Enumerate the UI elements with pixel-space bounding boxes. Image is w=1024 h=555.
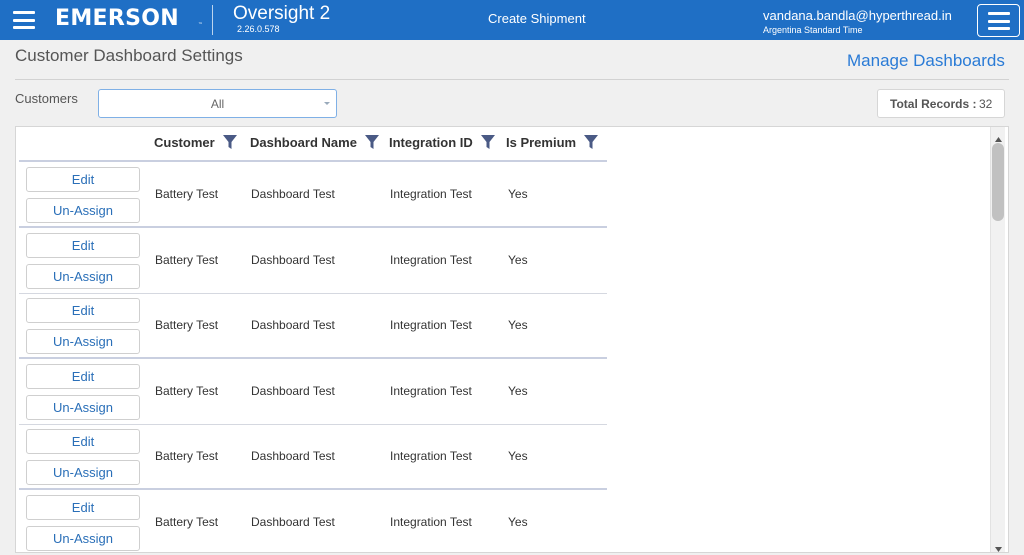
- customers-label: Customers: [15, 91, 78, 106]
- user-timezone: Argentina Standard Time: [763, 25, 863, 35]
- cell-is-premium: Yes: [508, 253, 528, 267]
- cell-integration-id: Integration Test: [390, 384, 472, 398]
- chevron-down-icon: [324, 102, 330, 105]
- cell-is-premium: Yes: [508, 384, 528, 398]
- user-email: vandana.bandla@hyperthread.in: [763, 8, 952, 23]
- unassign-button[interactable]: Un-Assign: [26, 526, 140, 551]
- create-shipment-link[interactable]: Create Shipment: [488, 11, 586, 27]
- column-header-integration-id: Integration ID: [389, 134, 496, 150]
- table-row: Edit Un-Assign Battery Test Dashboard Te…: [19, 162, 607, 228]
- cell-dashboard-name: Dashboard Test: [251, 187, 335, 201]
- total-records-value: 32: [979, 97, 993, 111]
- app-version: 2.26.0.578: [237, 24, 280, 34]
- scrollbar-thumb[interactable]: [992, 143, 1004, 221]
- customers-dropdown[interactable]: All: [98, 89, 337, 118]
- column-header-dashboard-name: Dashboard Name: [250, 134, 380, 150]
- cell-is-premium: Yes: [508, 449, 528, 463]
- dashboard-grid-panel: Customer Dashboard Name Integration ID I…: [15, 126, 1009, 553]
- grid-header: Customer Dashboard Name Integration ID I…: [19, 127, 607, 162]
- cell-integration-id: Integration Test: [390, 449, 472, 463]
- edit-button[interactable]: Edit: [26, 233, 140, 258]
- filter-icon[interactable]: [480, 134, 496, 150]
- edit-button[interactable]: Edit: [26, 298, 140, 323]
- cell-customer: Battery Test: [155, 318, 219, 332]
- menu-icon[interactable]: [13, 11, 35, 29]
- unassign-button[interactable]: Un-Assign: [26, 460, 140, 485]
- total-records-label: Total Records :: [890, 97, 977, 111]
- customers-dropdown-value: All: [210, 97, 225, 111]
- column-label: Dashboard Name: [250, 134, 357, 150]
- page-title: Customer Dashboard Settings: [15, 46, 243, 65]
- cell-is-premium: Yes: [508, 187, 528, 201]
- unassign-button[interactable]: Un-Assign: [26, 264, 140, 289]
- edit-button[interactable]: Edit: [26, 167, 140, 192]
- table-row: Edit Un-Assign Battery Test Dashboard Te…: [19, 424, 607, 490]
- unassign-button[interactable]: Un-Assign: [26, 395, 140, 420]
- cell-dashboard-name: Dashboard Test: [251, 318, 335, 332]
- cell-dashboard-name: Dashboard Test: [251, 384, 335, 398]
- column-header-customer: Customer: [154, 134, 238, 150]
- column-label: Integration ID: [389, 134, 473, 150]
- emerson-logo: EMERSON: [55, 6, 179, 31]
- header-divider: [212, 5, 213, 35]
- cell-dashboard-name: Dashboard Test: [251, 515, 335, 529]
- logo-trademark: ™: [198, 22, 203, 28]
- cell-is-premium: Yes: [508, 318, 528, 332]
- column-header-is-premium: Is Premium: [506, 134, 599, 150]
- cell-customer: Battery Test: [155, 384, 219, 398]
- table-row: Edit Un-Assign Battery Test Dashboard Te…: [19, 293, 607, 359]
- filter-icon[interactable]: [222, 134, 238, 150]
- cell-customer: Battery Test: [155, 187, 219, 201]
- cell-customer: Battery Test: [155, 253, 219, 267]
- cell-is-premium: Yes: [508, 515, 528, 529]
- filter-icon[interactable]: [364, 134, 380, 150]
- manage-dashboards-link[interactable]: Manage Dashboards: [847, 51, 1005, 71]
- cell-integration-id: Integration Test: [390, 253, 472, 267]
- total-records-box: Total Records : 32: [877, 89, 1005, 118]
- cell-integration-id: Integration Test: [390, 318, 472, 332]
- cell-customer: Battery Test: [155, 515, 219, 529]
- title-divider: [15, 79, 1009, 80]
- table-row: Edit Un-Assign Battery Test Dashboard Te…: [19, 490, 607, 552]
- arrow-up-icon[interactable]: [994, 129, 1003, 142]
- arrow-down-icon[interactable]: [994, 539, 1003, 552]
- app-title: Oversight 2: [233, 3, 331, 24]
- column-label: Customer: [154, 134, 215, 150]
- cell-integration-id: Integration Test: [390, 515, 472, 529]
- edit-button[interactable]: Edit: [26, 364, 140, 389]
- table-row: Edit Un-Assign Battery Test Dashboard Te…: [19, 359, 607, 425]
- cell-integration-id: Integration Test: [390, 187, 472, 201]
- column-label: Is Premium: [506, 134, 577, 150]
- menu-icon: [988, 12, 1010, 30]
- cell-dashboard-name: Dashboard Test: [251, 253, 335, 267]
- unassign-button[interactable]: Un-Assign: [26, 329, 140, 354]
- edit-button[interactable]: Edit: [26, 429, 140, 454]
- filter-icon[interactable]: [583, 134, 599, 150]
- edit-button[interactable]: Edit: [26, 495, 140, 520]
- cell-customer: Battery Test: [155, 449, 219, 463]
- top-navigation-bar: EMERSON ™ Oversight 2 2.26.0.578 Create …: [0, 0, 1024, 40]
- vertical-scrollbar[interactable]: [990, 127, 1005, 552]
- cell-dashboard-name: Dashboard Test: [251, 449, 335, 463]
- table-row: Edit Un-Assign Battery Test Dashboard Te…: [19, 228, 607, 294]
- user-menu-button[interactable]: [977, 4, 1020, 37]
- unassign-button[interactable]: Un-Assign: [26, 198, 140, 223]
